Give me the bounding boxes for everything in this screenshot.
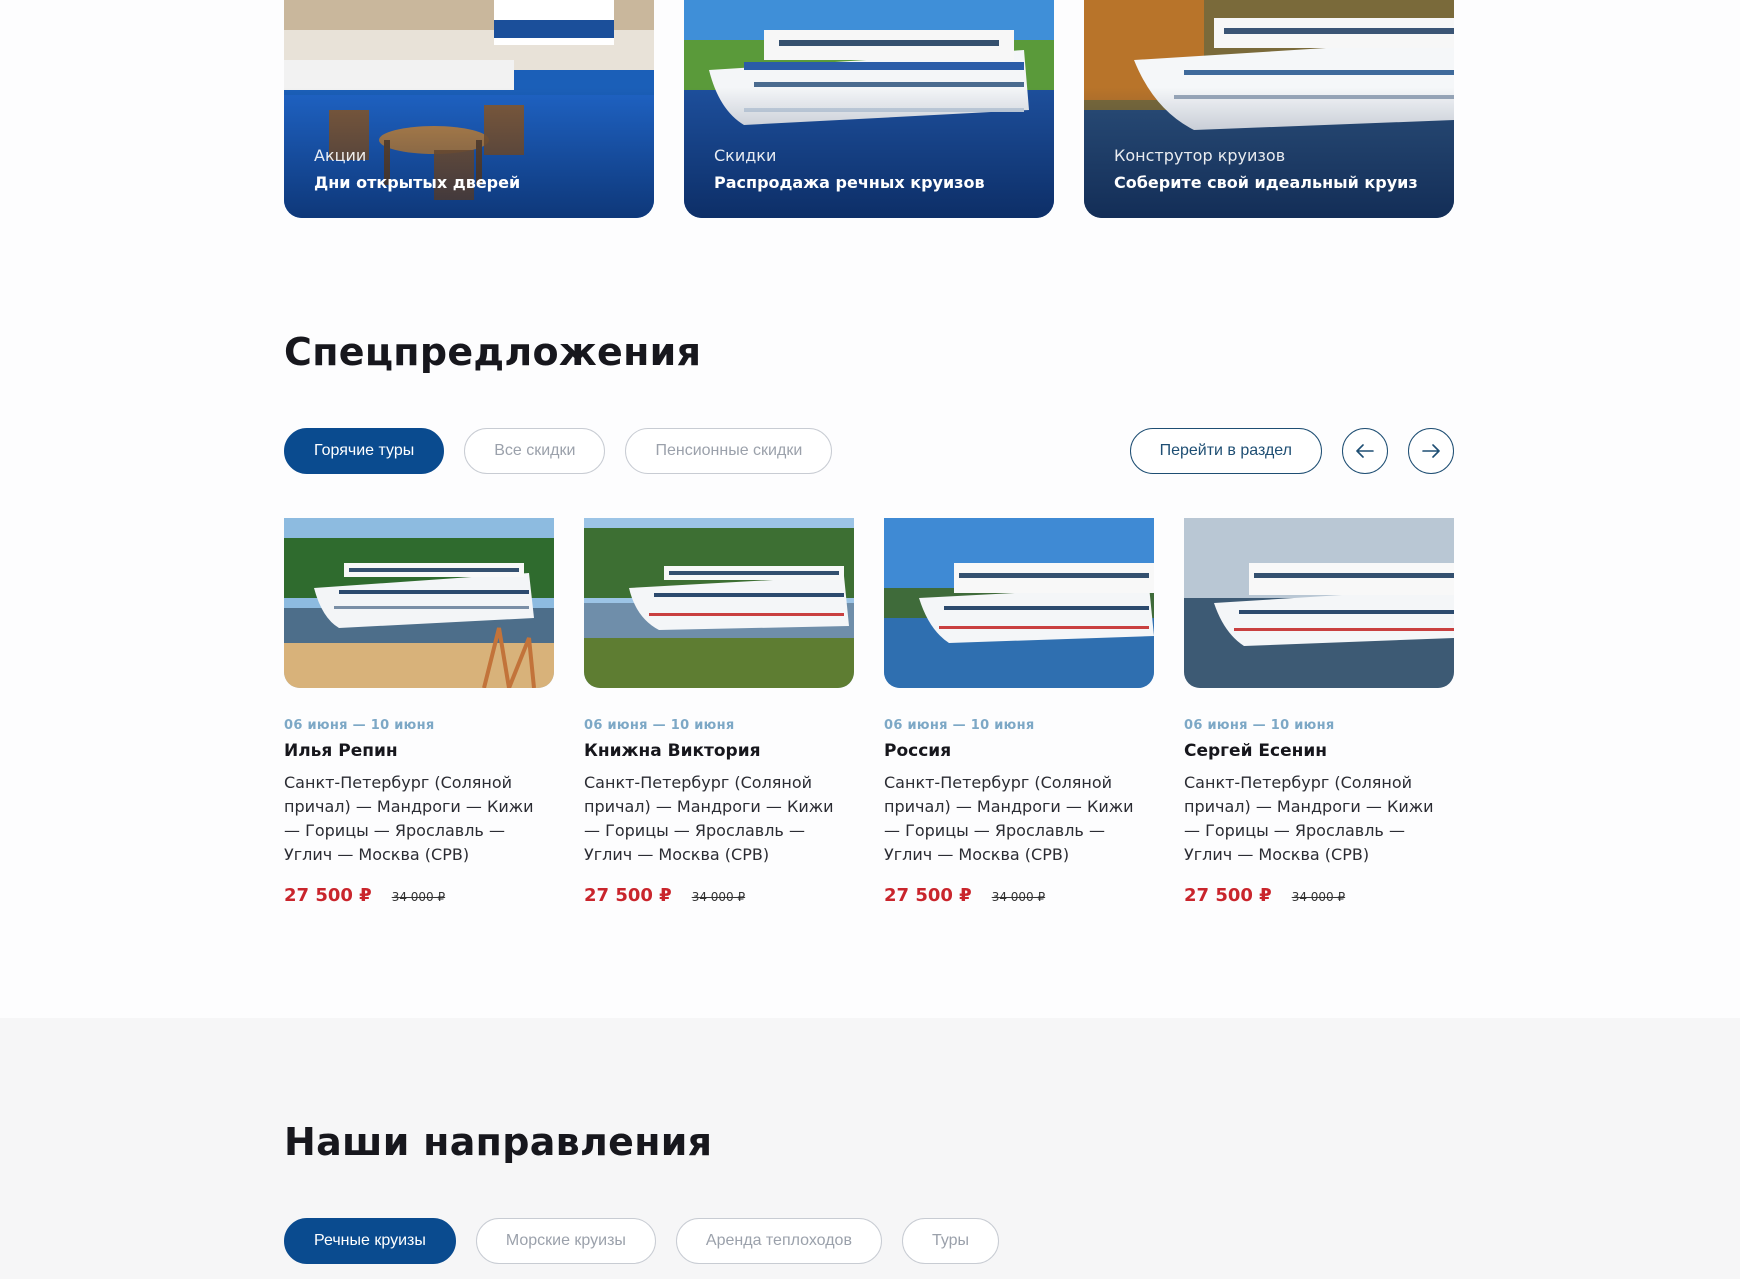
price-current: 27 500 ₽ (1184, 885, 1272, 906)
price-old: 34 000 ₽ (691, 890, 746, 904)
tab-ship-rental[interactable]: Аренда теплоходов (675, 1218, 882, 1264)
promo-category: Конструтор круизов (1114, 146, 1286, 165)
ship-name: Книжна Виктория (584, 741, 761, 761)
promo-card-constructor[interactable]: Конструтор круизов Соберите свой идеальн… (1084, 0, 1454, 218)
price-old: 34 000 ₽ (1291, 890, 1346, 904)
cruise-dates: 06 июня — 10 июня (284, 718, 435, 733)
cruise-route: Санкт-Петербург (Соляной причал) — Мандр… (584, 773, 834, 864)
cruise-dates: 06 июня — 10 июня (1184, 718, 1335, 733)
promo-category: Скидки (714, 146, 777, 165)
directions-tabs: Речные круизы Морские круизы Аренда тепл… (284, 1218, 1000, 1264)
tab-tours[interactable]: Туры (901, 1218, 1000, 1264)
price-current: 27 500 ₽ (284, 885, 372, 906)
promo-category: Акции (314, 146, 367, 165)
price-current: 27 500 ₽ (884, 885, 972, 906)
promo-card-sale[interactable]: Скидки Распродажа речных круизов (684, 0, 1054, 218)
arrow-left-icon (1356, 444, 1374, 458)
promo-row: Акции Дни открытых дверей Скидки Распрод… (284, 0, 1454, 218)
tab-river-cruises[interactable]: Речные круизы (284, 1218, 456, 1264)
ship-photo (884, 518, 1154, 688)
tab-sea-cruises[interactable]: Морские круизы (475, 1218, 656, 1264)
promo-title: Соберите свой идеальный круиз (1114, 173, 1418, 192)
next-slide-button[interactable] (1408, 428, 1454, 474)
tab-hot-tours[interactable]: Горячие туры (284, 428, 445, 474)
ship-name: Илья Репин (284, 741, 398, 761)
arrow-right-icon (1422, 444, 1440, 458)
cruise-route: Санкт-Петербург (Соляной причал) — Мандр… (1184, 773, 1434, 864)
cruise-route: Санкт-Петербург (Соляной причал) — Мандр… (884, 773, 1134, 864)
special-offers-title: Спецпредложения (284, 330, 702, 374)
tab-all-discounts[interactable]: Все скидки (464, 428, 606, 474)
price-current: 27 500 ₽ (584, 885, 672, 906)
ship-photo (1184, 518, 1454, 688)
ship-photo (584, 518, 854, 688)
cruise-dates: 06 июня — 10 июня (884, 718, 1035, 733)
cruise-dates: 06 июня — 10 июня (584, 718, 735, 733)
cruise-card[interactable]: 06 июня — 10 июня Илья Репин Санкт-Петер… (284, 518, 554, 906)
price-old: 34 000 ₽ (391, 890, 446, 904)
cruise-card[interactable]: 06 июня — 10 июня Книжна Виктория Санкт-… (584, 518, 854, 906)
special-filter-row: Горячие туры Все скидки Пенсионные скидк… (284, 428, 1454, 474)
directions-title: Наши направления (284, 1120, 713, 1164)
cruise-route: Санкт-Петербург (Соляной причал) — Мандр… (284, 773, 534, 864)
prev-slide-button[interactable] (1342, 428, 1388, 474)
cruise-card[interactable]: 06 июня — 10 июня Россия Санкт-Петербург… (884, 518, 1154, 906)
cruise-card[interactable]: 06 июня — 10 июня Сергей Есенин Санкт-Пе… (1184, 518, 1454, 906)
ship-name: Россия (884, 741, 952, 761)
ship-photo (284, 518, 554, 689)
tab-pension-discounts[interactable]: Пенсионные скидки (625, 428, 833, 474)
goto-section-button[interactable]: Перейти в раздел (1129, 428, 1322, 474)
ship-name: Сергей Есенин (1184, 741, 1328, 761)
cruise-cards: 06 июня — 10 июня Илья Репин Санкт-Петер… (284, 518, 1454, 906)
promo-title: Дни открытых дверей (314, 173, 521, 192)
promo-title: Распродажа речных круизов (714, 173, 985, 192)
promo-card-open-days[interactable]: Акции Дни открытых дверей (284, 0, 654, 218)
price-old: 34 000 ₽ (991, 890, 1046, 904)
